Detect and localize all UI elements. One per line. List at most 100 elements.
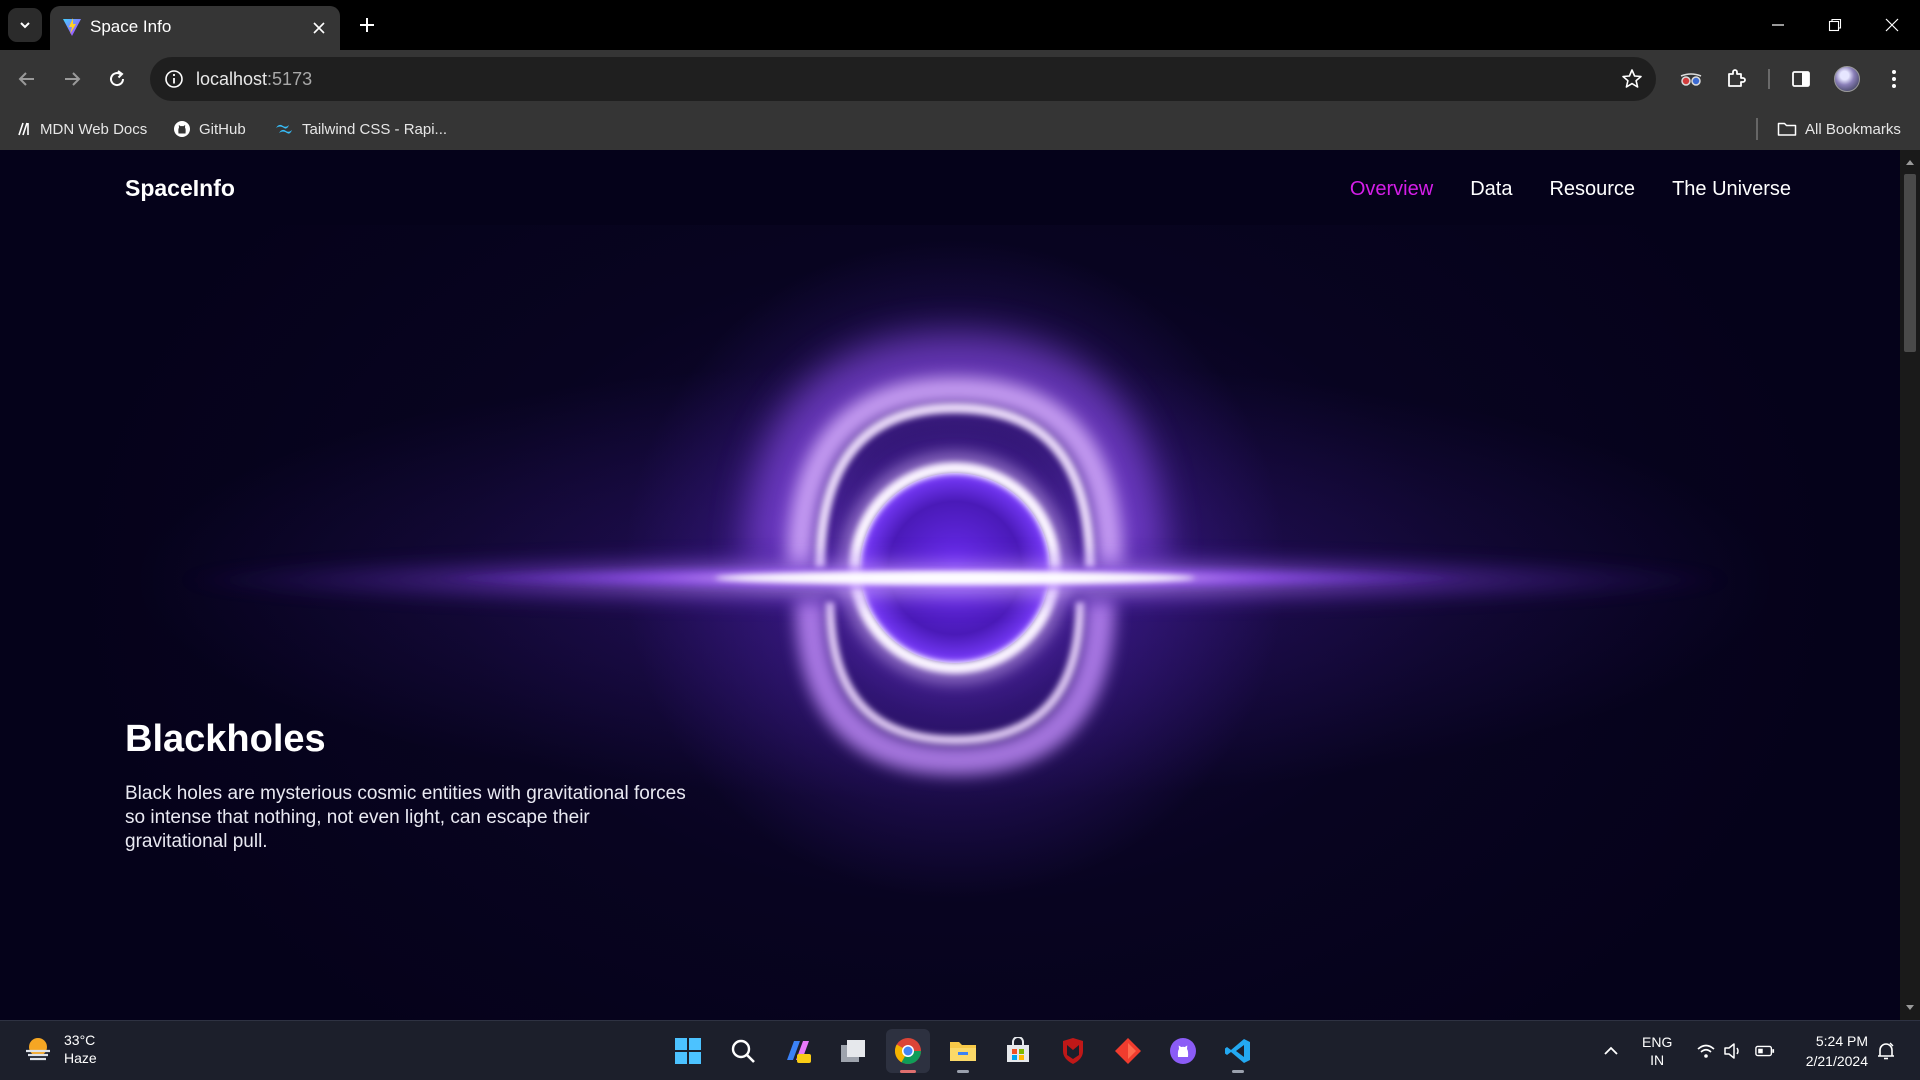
all-bookmarks-folder[interactable]: All Bookmarks	[1777, 117, 1901, 141]
sun-haze-icon	[26, 1038, 50, 1061]
new-tab-button[interactable]	[352, 10, 382, 40]
chevron-down-icon	[20, 22, 30, 29]
scroll-up-arrow-icon[interactable]	[1903, 156, 1917, 168]
plus-icon	[360, 18, 374, 32]
taskbar-apps	[666, 1029, 1260, 1073]
scrollbar-thumb[interactable]	[1904, 174, 1916, 352]
github-icon	[174, 121, 190, 137]
blackhole-image	[175, 332, 1735, 776]
bookmarks-bar: MDN Web Docs GitHub Tailwind CSS - Rapi.…	[0, 108, 1920, 150]
bookmark-label: Tailwind CSS - Rapi...	[302, 120, 448, 138]
close-tab-icon[interactable]	[308, 17, 330, 39]
store-icon	[1007, 1037, 1029, 1062]
scroll-down-arrow-icon[interactable]	[1903, 1002, 1917, 1014]
url-host: localhost	[196, 69, 268, 89]
mdn-icon	[18, 122, 29, 136]
nav-the-universe[interactable]: The Universe	[1672, 178, 1791, 201]
clock[interactable]: 5:24 PM 2/21/2024	[1796, 1031, 1868, 1071]
minimize-button[interactable]	[1749, 0, 1806, 50]
clock-date: 2/21/2024	[1805, 1053, 1868, 1069]
reload-button[interactable]	[100, 62, 134, 96]
copilot-icon	[787, 1041, 811, 1063]
search-icon	[731, 1039, 755, 1063]
all-bookmarks-label: All Bookmarks	[1805, 120, 1901, 138]
toolbar-divider	[1768, 69, 1770, 89]
mcafee-shield-icon	[1063, 1038, 1083, 1064]
volume-icon[interactable]	[1723, 1041, 1743, 1061]
tab-search-button[interactable]	[8, 8, 42, 42]
language-code: ENG	[1642, 1034, 1673, 1050]
taskbar-store[interactable]	[996, 1029, 1040, 1073]
extensions-puzzle-icon[interactable]	[1721, 64, 1751, 94]
folder-icon	[950, 1042, 976, 1061]
hero-description: Black holes are mysterious cosmic entiti…	[125, 783, 686, 852]
bookmark-github[interactable]: GitHub	[173, 117, 246, 141]
close-icon	[1885, 18, 1898, 32]
restore-button[interactable]	[1806, 0, 1863, 50]
browser-tab-active[interactable]: Space Info	[50, 6, 340, 50]
page-viewport: SpaceInfo Overview Data Resource The Uni…	[0, 150, 1900, 1020]
taskbar-file-explorer[interactable]	[941, 1029, 985, 1073]
bookmark-tailwind[interactable]: Tailwind CSS - Rapi...	[274, 117, 447, 141]
bookmark-label: MDN Web Docs	[40, 120, 148, 138]
back-button[interactable]	[10, 62, 44, 96]
close-window-button[interactable]	[1863, 0, 1920, 50]
taskbar-vscode[interactable]	[1216, 1029, 1260, 1073]
battery-icon[interactable]	[1755, 1041, 1775, 1061]
vscode-icon	[1225, 1039, 1250, 1063]
copilot-button[interactable]	[776, 1029, 820, 1073]
address-text[interactable]: localhost:5173	[196, 69, 312, 90]
address-bar[interactable]: localhost:5173	[150, 57, 1656, 101]
windows-logo-icon	[675, 1038, 701, 1064]
windows-taskbar: 33°C Haze ENG IN 5:24 PM 2/21/2024	[0, 1020, 1920, 1080]
hero-title: Blackholes	[125, 718, 326, 760]
folder-icon	[1777, 122, 1797, 136]
tailwind-icon	[276, 124, 292, 134]
language-indicator[interactable]: ENG IN	[1642, 1033, 1672, 1069]
browser-toolbar: localhost:5173	[0, 50, 1920, 108]
site-logo[interactable]: SpaceInfo	[125, 175, 235, 202]
running-app-indicator	[1232, 1070, 1244, 1073]
bookmark-star-icon[interactable]	[1620, 67, 1644, 91]
weather-temp: 33°C	[64, 1032, 96, 1048]
taskbar-git-app[interactable]	[1106, 1029, 1150, 1073]
taskbar-mcafee[interactable]	[1051, 1029, 1095, 1073]
taskbar-chrome[interactable]	[886, 1029, 930, 1073]
start-button[interactable]	[666, 1029, 710, 1073]
restore-icon	[1828, 18, 1841, 32]
site-nav: Overview Data Resource The Universe	[1350, 178, 1791, 201]
bookmarks-divider	[1756, 118, 1758, 140]
weather-widget[interactable]: 33°C Haze	[22, 1031, 97, 1067]
menu-kebab-icon[interactable]	[1879, 64, 1909, 94]
weather-condition: Haze	[64, 1050, 97, 1066]
extension-glasses-icon[interactable]	[1676, 64, 1706, 94]
arrow-right-icon	[65, 72, 81, 86]
site-info-icon[interactable]	[162, 67, 186, 91]
tray-overflow-chevron-icon[interactable]	[1601, 1041, 1621, 1061]
arrow-left-icon	[18, 72, 34, 86]
diamond-app-icon	[1115, 1038, 1141, 1064]
side-panel-icon[interactable]	[1786, 64, 1816, 94]
search-button[interactable]	[721, 1029, 765, 1073]
notification-bell-icon[interactable]	[1876, 1041, 1896, 1061]
wifi-icon[interactable]	[1696, 1041, 1716, 1061]
minimize-icon	[1771, 24, 1784, 26]
running-app-indicator	[957, 1070, 969, 1073]
profile-avatar[interactable]	[1834, 66, 1860, 92]
tab-title: Space Info	[90, 17, 172, 36]
clock-time: 5:24 PM	[1815, 1033, 1868, 1049]
vite-icon	[63, 18, 81, 36]
window-controls	[1749, 0, 1920, 50]
bookmark-label: GitHub	[199, 120, 246, 138]
taskbar-github-desktop[interactable]	[1161, 1029, 1205, 1073]
active-app-indicator	[900, 1070, 916, 1073]
github-desktop-icon	[1170, 1038, 1196, 1064]
nav-overview[interactable]: Overview	[1350, 178, 1433, 201]
bookmark-mdn[interactable]: MDN Web Docs	[16, 117, 147, 141]
task-view-button[interactable]	[831, 1029, 875, 1073]
site-header: SpaceInfo Overview Data Resource The Uni…	[0, 150, 1900, 225]
forward-button[interactable]	[55, 62, 89, 96]
nav-resource[interactable]: Resource	[1549, 178, 1635, 201]
task-view-icon	[841, 1040, 865, 1062]
nav-data[interactable]: Data	[1470, 178, 1512, 201]
